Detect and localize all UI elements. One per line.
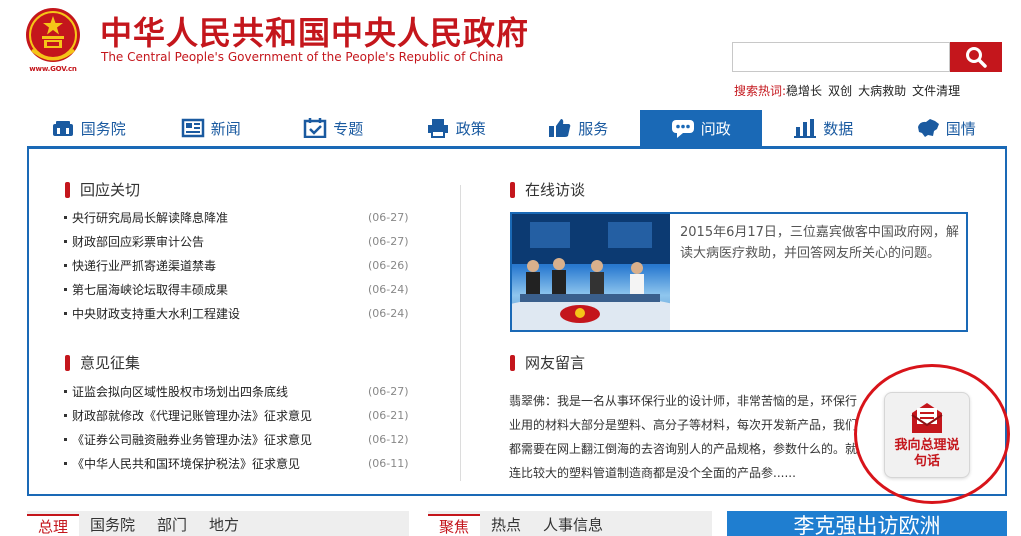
- section-title-opinion[interactable]: 意见征集: [65, 352, 140, 373]
- nav-item-news[interactable]: 新闻: [150, 110, 273, 146]
- news-link[interactable]: 中央财政支持重大水利工程建设: [72, 305, 240, 322]
- news-link[interactable]: 央行研究局局长解读降息降准: [72, 209, 228, 226]
- tab-hot-topics[interactable]: 热点: [480, 514, 532, 536]
- hot-word-link[interactable]: 双创: [828, 82, 852, 99]
- hot-word-link[interactable]: 大病救助: [858, 82, 906, 99]
- chat-bubble-icon: [671, 120, 694, 138]
- news-date: (06-27): [368, 234, 409, 248]
- nav-item-data[interactable]: 数据: [762, 110, 885, 146]
- hot-word-link[interactable]: 文件清理: [912, 82, 960, 99]
- nav-item-policy[interactable]: 政策: [395, 110, 518, 146]
- leaders-tab-bar: 总理 国务院 部门 地方: [27, 511, 409, 536]
- news-date: (06-27): [368, 384, 409, 398]
- search-button[interactable]: [950, 42, 1002, 72]
- china-map-icon: [917, 119, 939, 137]
- hot-search-label: 搜索热词:: [734, 84, 787, 98]
- response-list: 央行研究局局长解读降息降准 (06-27) 财政部回应彩票审计公告 (06-27) …: [64, 205, 424, 325]
- nav-item-label: 专题: [333, 119, 364, 138]
- list-item: 《证券公司融资融券业务管理办法》征求意见 (06-12): [64, 427, 424, 451]
- section-title-interview[interactable]: 在线访谈: [510, 179, 585, 200]
- tab-focus[interactable]: 聚焦: [428, 514, 481, 536]
- bar-chart-icon: [794, 119, 817, 138]
- envelope-icon: [911, 402, 943, 433]
- section-title-text: 意见征集: [80, 354, 141, 372]
- tab-premier[interactable]: 总理: [27, 514, 80, 536]
- news-date: (06-21): [368, 408, 409, 422]
- user-message-text[interactable]: 翡翠佛：我是一名从事环保行业的设计师，非常苦恼的是，环保行业用的材料大部分是塑料…: [509, 389, 863, 485]
- tab-local[interactable]: 地方: [198, 514, 250, 536]
- news-link[interactable]: 《证券公司融资融券业务管理办法》征求意见: [72, 431, 312, 448]
- premier-button-label: 我向总理说句话: [894, 437, 960, 469]
- list-item: 第七届海峡论坛取得丰硕成果 (06-24): [64, 277, 424, 301]
- hot-word-link[interactable]: 稳增长: [786, 82, 822, 99]
- news-link[interactable]: 证监会拟向区域性股权市场划出四条底线: [72, 383, 288, 400]
- section-marker: [65, 181, 70, 198]
- interview-photo[interactable]: [512, 214, 670, 330]
- list-item: 中央财政支持重大水利工程建设 (06-24): [64, 301, 424, 325]
- nav-item-label: 国情: [945, 119, 976, 138]
- focus-tab-bar: 聚焦 热点 人事信息: [428, 511, 712, 536]
- section-title-text: 回应关切: [80, 181, 141, 199]
- site-title-chinese[interactable]: 中华人民共和国中央人民政府: [100, 8, 529, 54]
- nav-item-national-info[interactable]: 国情: [885, 110, 1008, 146]
- tab-departments[interactable]: 部门: [146, 514, 198, 536]
- calendar-check-icon: [303, 118, 327, 138]
- tab-personnel[interactable]: 人事信息: [532, 514, 614, 536]
- news-date: (06-24): [368, 306, 409, 320]
- news-date: (06-26): [368, 258, 409, 272]
- nav-item-label: 新闻: [210, 119, 241, 138]
- section-title-text: 网友留言: [525, 354, 586, 372]
- nav-item-topics[interactable]: 专题: [272, 110, 395, 146]
- newspaper-icon: [181, 118, 204, 138]
- list-item: 央行研究局局长解读降息降准 (06-27): [64, 205, 424, 229]
- news-link[interactable]: 快递行业严抓寄递渠道禁毒: [72, 257, 216, 274]
- feature-banner[interactable]: 李克强出访欧洲: [727, 511, 1007, 536]
- section-title-response[interactable]: 回应关切: [65, 179, 140, 200]
- news-link[interactable]: 财政部回应彩票审计公告: [72, 233, 204, 250]
- list-item: 财政部回应彩票审计公告 (06-27): [64, 229, 424, 253]
- inquiry-content-panel: 回应关切 央行研究局局长解读降息降准 (06-27) 财政部回应彩票审计公告 (06…: [27, 146, 1007, 496]
- section-marker: [510, 181, 515, 198]
- nav-item-state-council[interactable]: 国务院: [27, 110, 150, 146]
- hot-search-words: 搜索热词: 稳增长 双创 大病救助 文件清理: [734, 82, 966, 99]
- news-date: (06-11): [368, 456, 409, 470]
- section-title-messages[interactable]: 网友留言: [510, 352, 585, 373]
- message-to-premier-button[interactable]: 我向总理说句话: [884, 392, 970, 478]
- emblem-url-text: www.GOV.cn: [29, 65, 77, 73]
- list-item: 快递行业严抓寄递渠道禁毒 (06-26): [64, 253, 424, 277]
- site-title-english: The Central People's Government of the P…: [101, 50, 504, 64]
- nav-item-label: 政策: [455, 119, 486, 138]
- news-date: (06-24): [368, 282, 409, 296]
- printer-icon: [427, 119, 448, 138]
- section-marker: [510, 354, 515, 371]
- list-item: 《中华人民共和国环境保护税法》征求意见 (06-11): [64, 451, 424, 475]
- news-link[interactable]: 第七届海峡论坛取得丰硕成果: [72, 281, 228, 298]
- opinion-list: 证监会拟向区域性股权市场划出四条底线 (06-27) 财政部就修改《代理记账管理办…: [64, 379, 424, 475]
- search-input[interactable]: [732, 42, 950, 72]
- section-marker: [65, 354, 70, 371]
- nav-item-services[interactable]: 服务: [517, 110, 640, 146]
- news-link[interactable]: 《中华人民共和国环境保护税法》征求意见: [72, 455, 300, 472]
- news-date: (06-12): [368, 432, 409, 446]
- main-nav: 国务院 新闻 专题 政策 服务 问政 数据 国情: [27, 110, 1007, 146]
- news-date: (06-27): [368, 210, 409, 224]
- nav-item-inquiry[interactable]: 问政: [639, 110, 762, 146]
- search-icon: [966, 47, 987, 68]
- nav-item-label: 问政: [700, 119, 731, 138]
- section-title-text: 在线访谈: [525, 181, 586, 199]
- nav-item-label: 数据: [823, 119, 854, 138]
- tab-state-council[interactable]: 国务院: [79, 514, 146, 536]
- interview-card[interactable]: 2015年6月17日，三位嘉宾做客中国政府网，解读大病医疗救助，并回答网友所关心…: [510, 212, 968, 332]
- list-item: 证监会拟向区域性股权市场划出四条底线 (06-27): [64, 379, 424, 403]
- building-icon: [52, 121, 73, 136]
- list-item: 财政部就修改《代理记账管理办法》征求意见 (06-21): [64, 403, 424, 427]
- nav-item-label: 服务: [578, 119, 609, 138]
- interview-summary[interactable]: 2015年6月17日，三位嘉宾做客中国政府网，解读大病医疗救助，并回答网友所关心…: [680, 222, 960, 264]
- news-link[interactable]: 财政部就修改《代理记账管理办法》征求意见: [72, 407, 312, 424]
- column-divider: [460, 185, 461, 481]
- thumbs-up-icon: [549, 119, 571, 137]
- nav-item-label: 国务院: [80, 119, 126, 138]
